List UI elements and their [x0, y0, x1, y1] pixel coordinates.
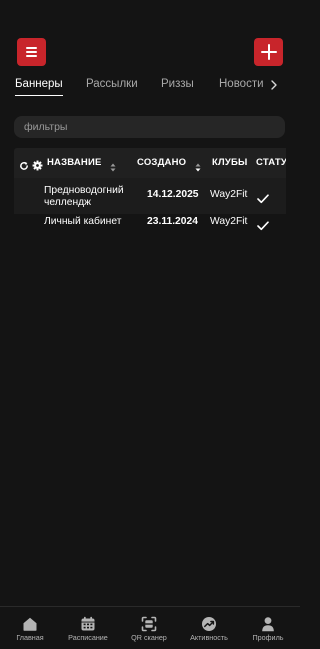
- tab-bar: Баннеры Рассылки Риззы Новости: [0, 78, 300, 98]
- nav-activity[interactable]: Активность: [179, 607, 239, 649]
- nav-schedule[interactable]: Расписание: [58, 607, 118, 649]
- nav-label-activity: Активность: [190, 633, 228, 642]
- nav-qr-scanner[interactable]: QR сканер: [119, 607, 179, 649]
- nav-label-home: Главная: [16, 633, 44, 642]
- sort-icon[interactable]: [110, 159, 116, 177]
- row-name-line1: Личный кабинет: [44, 216, 122, 227]
- tab-rizzy[interactable]: Риззы: [161, 78, 194, 90]
- gear-icon[interactable]: [32, 158, 43, 176]
- column-header-created[interactable]: СОЗДАНО: [137, 157, 186, 168]
- tab-mailings[interactable]: Рассылки: [86, 78, 138, 90]
- column-header-clubs[interactable]: КЛУБЫ: [212, 157, 248, 168]
- menu-button[interactable]: [17, 38, 46, 66]
- plus-icon: [260, 44, 277, 60]
- tab-banners[interactable]: Баннеры: [15, 78, 63, 97]
- table-header: НАЗВАНИЕ СОЗДАНО КЛУБЫ СТАТУС: [14, 148, 286, 178]
- check-icon: [257, 218, 269, 236]
- tab-news[interactable]: Новости: [219, 78, 264, 90]
- add-button[interactable]: [254, 38, 283, 66]
- tabs-scroll-right-icon[interactable]: [269, 79, 279, 91]
- row-name-line1: Предноводогний: [44, 185, 124, 196]
- row-created: 23.11.2024: [147, 216, 198, 227]
- nav-label-profile: Профиль: [252, 633, 284, 642]
- row-clubs: Way2Fit: [210, 216, 248, 227]
- hamburger-icon: [26, 47, 37, 57]
- refresh-icon[interactable]: [19, 158, 29, 176]
- check-icon: [257, 191, 269, 209]
- row-clubs: Way2Fit: [210, 189, 248, 200]
- nav-label-qr-scanner: QR сканер: [131, 633, 167, 642]
- nav-profile[interactable]: Профиль: [238, 607, 298, 649]
- column-header-name[interactable]: НАЗВАНИЕ: [47, 157, 102, 168]
- sort-desc-icon[interactable]: [195, 159, 201, 177]
- nav-home[interactable]: Главная: [0, 607, 60, 649]
- row-created: 14.12.2025: [147, 189, 199, 200]
- column-header-status[interactable]: СТАТУС: [256, 157, 286, 168]
- row-name-line2: челлендж: [44, 197, 92, 208]
- bottom-nav: Главная Расписание QR сканер Активность …: [0, 606, 300, 649]
- filters-input[interactable]: [14, 116, 285, 138]
- nav-label-schedule: Расписание: [68, 633, 108, 642]
